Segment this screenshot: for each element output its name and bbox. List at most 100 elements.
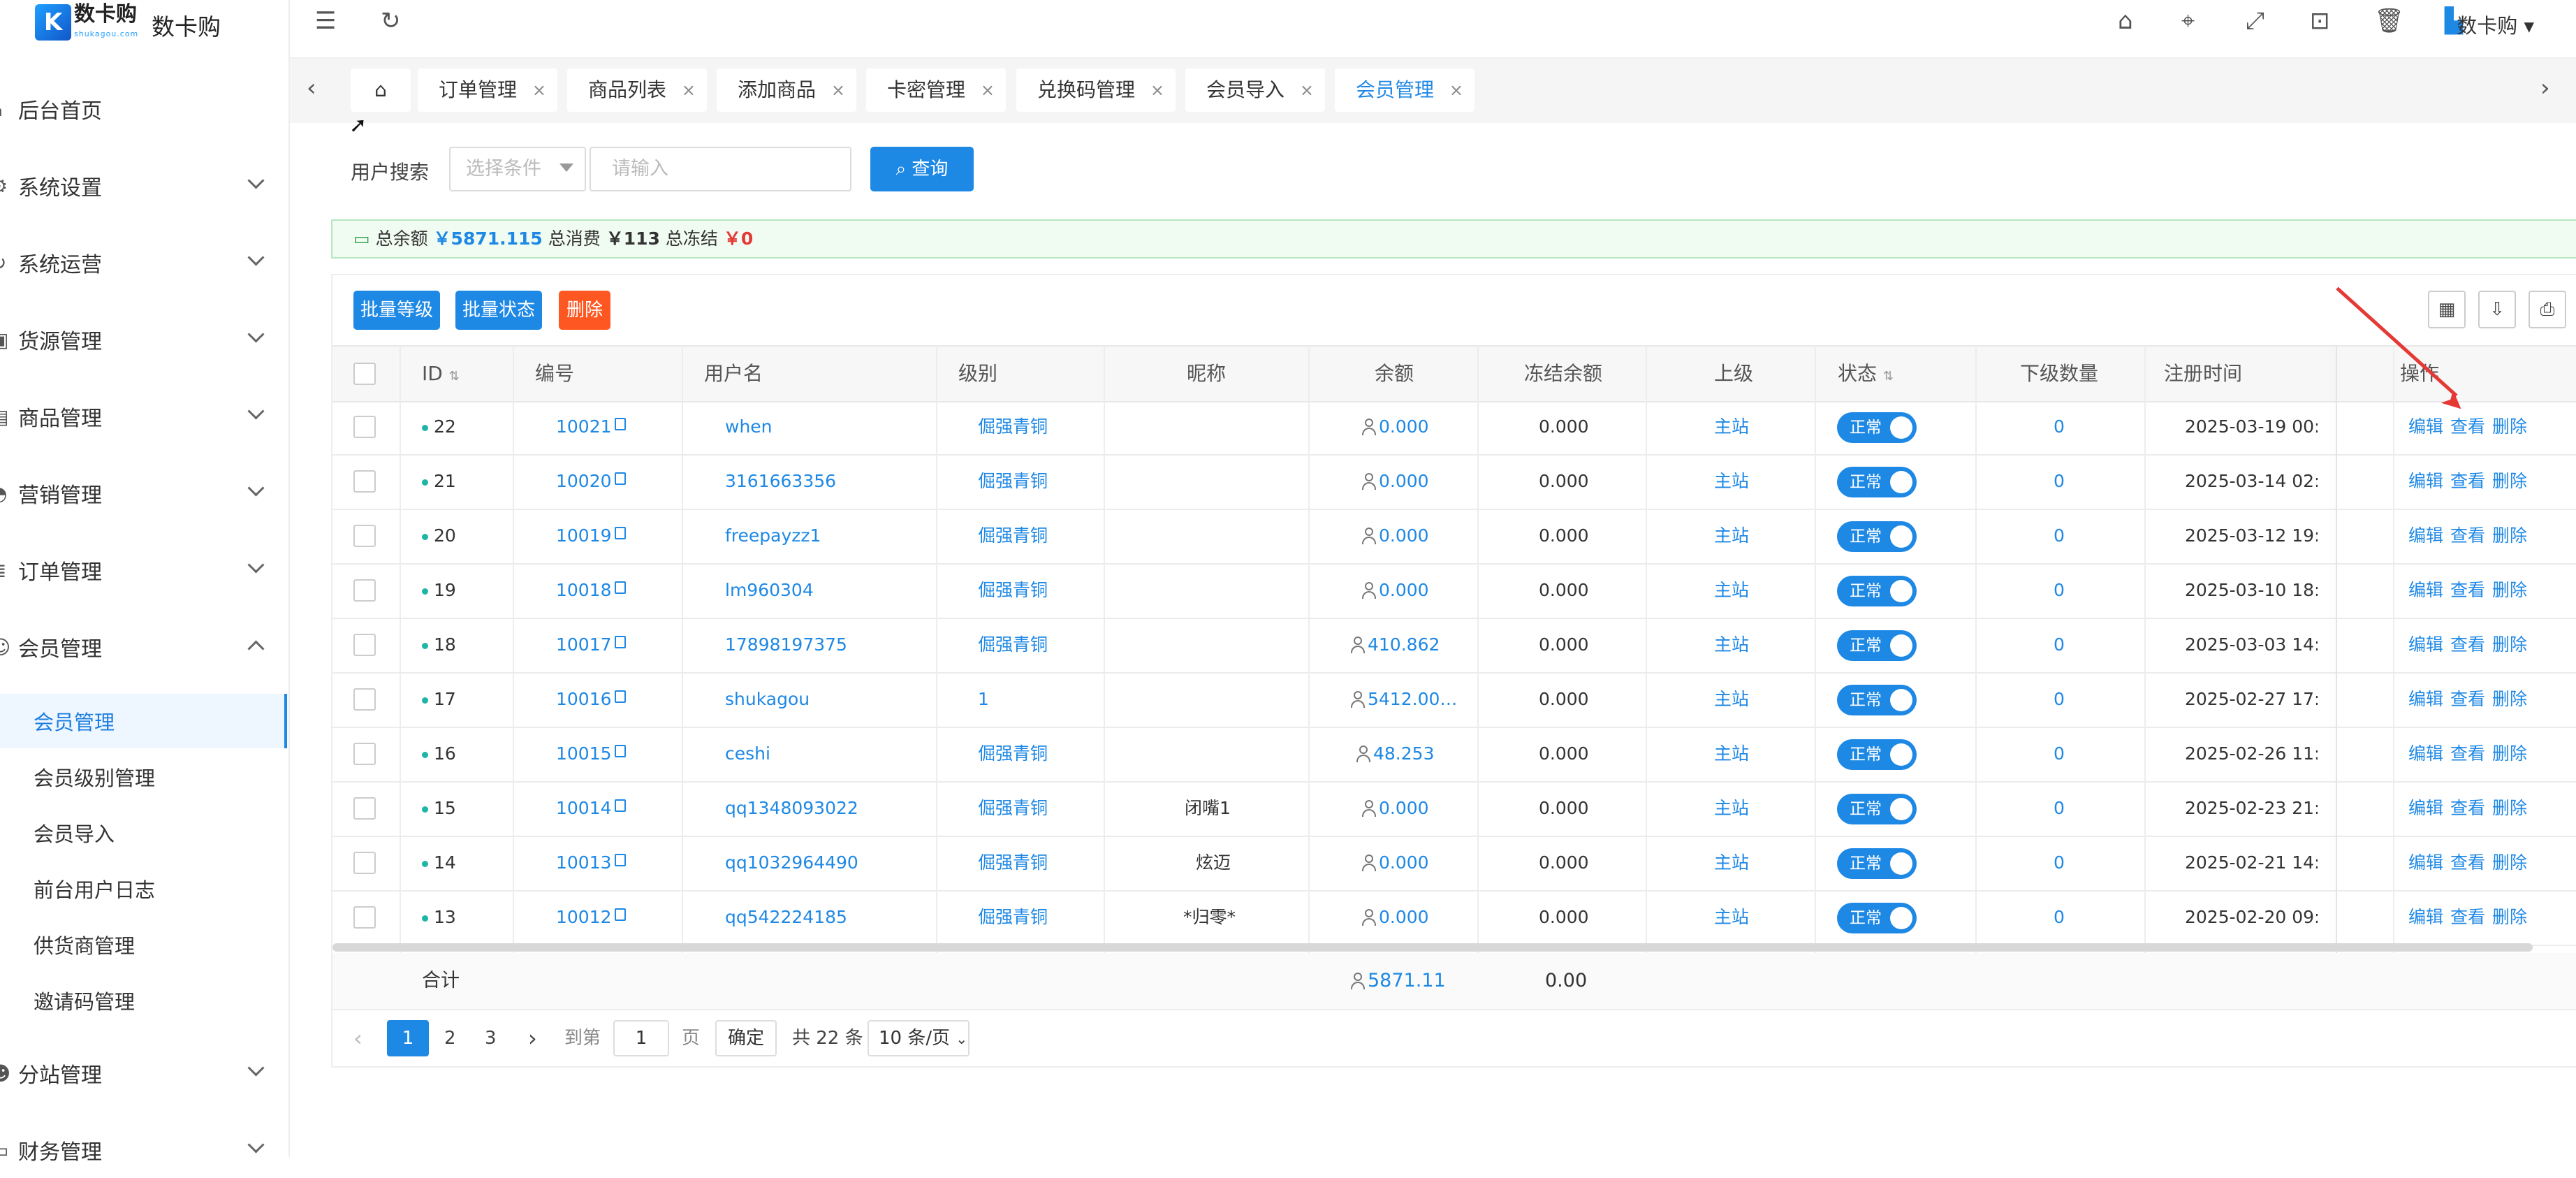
- fullscreen-icon[interactable]: ⤢: [2246, 7, 2264, 35]
- status-toggle[interactable]: 正常: [1837, 903, 1917, 933]
- sidebar-item-orders[interactable]: ≣ 订单管理: [0, 542, 287, 598]
- sidebar-item-system-settings[interactable]: ⚙ 系统设置: [0, 158, 287, 214]
- cell-sub-count[interactable]: 0: [2054, 836, 2065, 890]
- sidebar-item-products[interactable]: ▤ 商品管理: [0, 388, 287, 444]
- cell-parent[interactable]: 主站: [1714, 618, 1749, 672]
- cell-username[interactable]: qq1032964490: [725, 836, 858, 890]
- export-icon[interactable]: ⇩: [2478, 291, 2516, 328]
- delete-link[interactable]: 删除: [2492, 743, 2527, 764]
- status-toggle[interactable]: 正常: [1837, 739, 1917, 770]
- status-toggle[interactable]: 正常: [1837, 630, 1917, 661]
- sidebar-item-marketing[interactable]: ◔ 营销管理: [0, 465, 287, 521]
- cell-sub-count[interactable]: 0: [2054, 618, 2065, 672]
- cell-sub-count[interactable]: 0: [2054, 563, 2065, 618]
- row-checkbox[interactable]: [353, 797, 376, 820]
- cell-username[interactable]: when: [725, 400, 773, 454]
- copy-icon[interactable]: [614, 854, 626, 866]
- cell-sub-count[interactable]: 0: [2054, 781, 2065, 836]
- cell-parent[interactable]: 主站: [1714, 509, 1749, 563]
- cell-code[interactable]: 10019: [556, 509, 626, 563]
- delete-link[interactable]: 删除: [2492, 525, 2527, 546]
- row-checkbox[interactable]: [353, 634, 376, 656]
- next-page-icon[interactable]: ›: [528, 1020, 537, 1056]
- status-toggle[interactable]: 正常: [1837, 467, 1917, 497]
- edit-link[interactable]: 编辑: [2408, 580, 2443, 600]
- row-checkbox[interactable]: [353, 579, 376, 602]
- sidebar-subitem-member-import[interactable]: 会员导入: [0, 806, 287, 860]
- cell-sub-count[interactable]: 0: [2054, 509, 2065, 563]
- cell-level[interactable]: 倔强青铜: [978, 727, 1048, 781]
- delete-link[interactable]: 删除: [2492, 471, 2527, 491]
- delete-link[interactable]: 删除: [2492, 689, 2527, 709]
- search-input[interactable]: 请输入: [590, 147, 851, 191]
- cell-balance[interactable]: 0.000: [1362, 400, 1429, 454]
- status-toggle[interactable]: 正常: [1837, 848, 1917, 879]
- status-toggle[interactable]: 正常: [1837, 685, 1917, 715]
- close-icon[interactable]: ×: [1300, 68, 1314, 112]
- print-icon[interactable]: ⎙: [2529, 291, 2566, 328]
- cell-parent[interactable]: 主站: [1714, 836, 1749, 890]
- tab-redeem-codes[interactable]: 兑换码管理 ×: [1016, 68, 1176, 112]
- cell-sub-count[interactable]: 0: [2054, 890, 2065, 945]
- sort-icon[interactable]: ⇅: [1883, 369, 1894, 384]
- edit-link[interactable]: 编辑: [2408, 907, 2443, 927]
- edit-link[interactable]: 编辑: [2408, 689, 2443, 709]
- copy-icon[interactable]: [614, 472, 626, 485]
- row-checkbox[interactable]: [353, 852, 376, 874]
- cell-username[interactable]: qq542224185: [725, 890, 847, 945]
- cell-level[interactable]: 倔强青铜: [978, 563, 1048, 618]
- status-toggle[interactable]: 正常: [1837, 412, 1917, 443]
- view-link[interactable]: 查看: [2450, 416, 2485, 437]
- delete-link[interactable]: 删除: [2492, 798, 2527, 818]
- header-status[interactable]: 状态 ⇅: [1838, 347, 1894, 401]
- cell-parent[interactable]: 主站: [1714, 454, 1749, 509]
- close-icon[interactable]: ×: [532, 68, 546, 112]
- sidebar-item-finance[interactable]: ▭ 财务管理: [0, 1122, 287, 1178]
- cell-username[interactable]: freepayzz1: [725, 509, 821, 563]
- cell-parent[interactable]: 主站: [1714, 890, 1749, 945]
- batch-level-button[interactable]: 批量等级: [353, 291, 440, 330]
- row-checkbox[interactable]: [353, 906, 376, 929]
- cell-balance[interactable]: 0.000: [1362, 454, 1429, 509]
- view-link[interactable]: 查看: [2450, 689, 2485, 709]
- batch-status-button[interactable]: 批量状态: [455, 291, 542, 330]
- page-2[interactable]: 2: [444, 1020, 456, 1056]
- cell-code[interactable]: 10016: [556, 672, 626, 727]
- sidebar-subitem-member-management[interactable]: 会员管理: [0, 694, 287, 748]
- cell-username[interactable]: lm960304: [725, 563, 814, 618]
- status-toggle[interactable]: 正常: [1837, 521, 1917, 552]
- horizontal-scrollbar[interactable]: [332, 943, 2533, 952]
- home-icon[interactable]: ⌂: [2118, 7, 2133, 35]
- cell-balance[interactable]: 0.000: [1362, 509, 1429, 563]
- cell-balance[interactable]: 0.000: [1362, 836, 1429, 890]
- cell-sub-count[interactable]: 0: [2054, 727, 2065, 781]
- columns-icon[interactable]: ▦: [2428, 291, 2466, 328]
- sidebar-subitem-invite-codes[interactable]: 邀请码管理: [0, 973, 287, 1028]
- user-name[interactable]: 数卡购 ▾: [2457, 10, 2534, 39]
- cell-code[interactable]: 10021: [556, 400, 626, 454]
- cell-level[interactable]: 倔强青铜: [978, 890, 1048, 945]
- view-link[interactable]: 查看: [2450, 525, 2485, 546]
- cell-username[interactable]: 3161663356: [725, 454, 836, 509]
- row-checkbox[interactable]: [353, 470, 376, 493]
- copy-icon[interactable]: [614, 636, 626, 648]
- tab-product-list[interactable]: 商品列表 ×: [567, 68, 707, 112]
- cell-username[interactable]: shukagou: [725, 672, 810, 727]
- header-id[interactable]: ID ⇅: [422, 347, 460, 401]
- cell-code[interactable]: 10020: [556, 454, 626, 509]
- cell-username[interactable]: 17898197375: [725, 618, 847, 672]
- page-confirm-button[interactable]: 确定: [715, 1020, 777, 1056]
- edit-link[interactable]: 编辑: [2408, 798, 2443, 818]
- edit-link[interactable]: 编辑: [2408, 852, 2443, 873]
- cell-code[interactable]: 10013: [556, 836, 626, 890]
- cell-level[interactable]: 倔强青铜: [978, 618, 1048, 672]
- copy-icon[interactable]: [614, 745, 626, 757]
- cell-level[interactable]: 倔强青铜: [978, 836, 1048, 890]
- copy-icon[interactable]: [614, 581, 626, 594]
- cell-sub-count[interactable]: 0: [2054, 454, 2065, 509]
- cell-balance[interactable]: 410.862: [1351, 618, 1440, 672]
- cell-code[interactable]: 10012: [556, 890, 626, 945]
- cell-level[interactable]: 1: [978, 672, 989, 727]
- view-link[interactable]: 查看: [2450, 907, 2485, 927]
- tab-orders[interactable]: 订单管理 ×: [418, 68, 557, 112]
